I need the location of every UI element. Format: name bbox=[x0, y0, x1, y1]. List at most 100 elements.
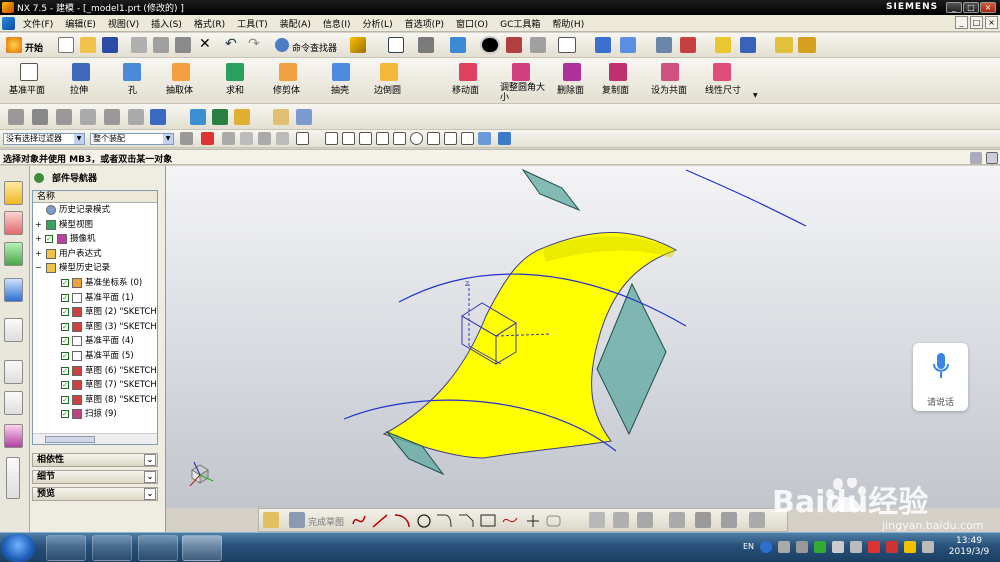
details-section[interactable]: 细节 ⌄ bbox=[32, 470, 158, 484]
expand-icon[interactable]: + bbox=[35, 249, 45, 259]
wcs-icon[interactable] bbox=[620, 37, 636, 53]
tree-row[interactable]: ✓ 草图 (3) "SKETCH bbox=[33, 320, 157, 335]
copy-face-icon[interactable] bbox=[609, 63, 627, 81]
dimension-tool-icon[interactable] bbox=[749, 512, 765, 528]
background-icon[interactable] bbox=[558, 37, 576, 53]
tree-row[interactable]: ✓ 基准坐标系 (0) bbox=[33, 276, 157, 291]
save-icon[interactable] bbox=[102, 37, 118, 53]
shield-tray-icon[interactable] bbox=[814, 541, 826, 553]
unite-icon[interactable] bbox=[226, 63, 244, 81]
tree-hscrollbar[interactable] bbox=[33, 433, 157, 444]
snap-tool-1-icon[interactable] bbox=[222, 132, 235, 145]
name-column-header[interactable]: 名称 bbox=[33, 191, 157, 203]
sync-tool-2-icon[interactable] bbox=[212, 109, 228, 125]
resize-blend-button[interactable]: 调整圆角大小 bbox=[500, 83, 548, 103]
constraints-icon[interactable] bbox=[669, 512, 685, 528]
snap-bounded-icon[interactable] bbox=[498, 132, 511, 145]
roles-tab[interactable] bbox=[4, 424, 23, 448]
move-face-icon[interactable] bbox=[459, 63, 477, 81]
menu-item-2[interactable]: 视图(V) bbox=[102, 17, 145, 30]
sketch-icon[interactable] bbox=[263, 512, 279, 528]
tray-icon-8[interactable] bbox=[886, 541, 898, 553]
edge-blend-icon[interactable] bbox=[380, 63, 398, 81]
linear-dimension-icon[interactable] bbox=[713, 63, 731, 81]
linear-dimension-button[interactable]: 线性尺寸 bbox=[705, 83, 741, 96]
quick-pick-icon[interactable] bbox=[350, 37, 366, 53]
datum-plane-button[interactable]: 基准平面 bbox=[9, 83, 45, 96]
taskbar-paint-icon[interactable] bbox=[46, 535, 86, 561]
resize-blend-icon[interactable] bbox=[512, 63, 530, 81]
menu-item-12[interactable]: 帮助(H) bbox=[546, 17, 590, 30]
make-coplanar-button[interactable]: 设为共面 bbox=[651, 83, 687, 96]
tree-row[interactable]: ✓ 扫掠 (9) bbox=[33, 407, 157, 422]
datum-plane-icon[interactable] bbox=[20, 63, 38, 81]
tree-row[interactable]: 历史记录模式 bbox=[33, 203, 157, 218]
sync-tool-3-icon[interactable] bbox=[234, 109, 250, 125]
tray-icon-5[interactable] bbox=[832, 541, 844, 553]
tray-icon-7[interactable] bbox=[868, 541, 880, 553]
quick-extend-icon[interactable] bbox=[613, 512, 629, 528]
shaded-edges-icon[interactable] bbox=[480, 36, 500, 54]
taskbar-calculator-icon[interactable] bbox=[92, 535, 132, 561]
tree-row[interactable]: + 模型视图 bbox=[33, 218, 157, 233]
voice-input-widget[interactable]: 请说话 bbox=[913, 343, 968, 411]
tree-row[interactable]: − 模型历史记录 bbox=[33, 261, 157, 276]
new-file-icon[interactable] bbox=[58, 37, 74, 53]
make-corner-icon[interactable] bbox=[637, 512, 653, 528]
profile-icon[interactable] bbox=[352, 515, 366, 525]
dependencies-section[interactable]: 相依性 ⌄ bbox=[32, 453, 158, 467]
filter-settings-icon[interactable] bbox=[180, 132, 193, 145]
paste-icon[interactable] bbox=[175, 37, 191, 53]
ime-tray-icon[interactable] bbox=[778, 541, 790, 553]
hole-icon[interactable] bbox=[123, 63, 141, 81]
selection-intent-icon[interactable] bbox=[201, 132, 214, 145]
chevron-down-icon[interactable]: ⌄ bbox=[144, 454, 156, 466]
finish-sketch-button[interactable]: 完成草图 bbox=[308, 515, 344, 528]
measure-angle-icon[interactable] bbox=[740, 37, 756, 53]
scroll-thumb[interactable] bbox=[45, 436, 95, 443]
snap-endpoint-icon[interactable] bbox=[325, 132, 338, 145]
visibility-checkbox[interactable]: ✓ bbox=[61, 395, 69, 404]
tree-row[interactable]: ✓ 草图 (7) "SKETCH bbox=[33, 378, 157, 393]
unite-button[interactable]: 求和 bbox=[226, 83, 244, 96]
surface-tool-2-icon[interactable] bbox=[32, 109, 48, 125]
quick-trim-icon[interactable] bbox=[589, 512, 605, 528]
rectangle-icon[interactable] bbox=[480, 514, 496, 527]
visibility-checkbox[interactable]: ✓ bbox=[61, 351, 69, 360]
auto-constrain-icon[interactable] bbox=[695, 512, 711, 528]
tree-row[interactable]: ✓ 草图 (8) "SKETCH bbox=[33, 393, 157, 408]
taskbar-nx-icon[interactable] bbox=[182, 535, 222, 561]
line-icon[interactable] bbox=[372, 514, 388, 528]
trim-body-icon[interactable] bbox=[279, 63, 297, 81]
edge-blend-button[interactable]: 边倒圆 bbox=[374, 83, 401, 96]
start-icon[interactable] bbox=[6, 37, 22, 53]
visibility-checkbox[interactable]: ✓ bbox=[61, 337, 69, 346]
measure-distance-icon[interactable] bbox=[715, 37, 731, 53]
assembly-navigator-tab[interactable] bbox=[4, 181, 23, 205]
offset-curve-icon[interactable] bbox=[546, 515, 561, 527]
help-tray-icon[interactable] bbox=[760, 541, 772, 553]
open-folder-icon[interactable] bbox=[80, 37, 96, 53]
dimension-icon[interactable] bbox=[798, 37, 816, 53]
extract-body-icon[interactable] bbox=[172, 63, 190, 81]
command-finder-button[interactable]: 命令查找器 bbox=[292, 41, 337, 54]
snap-midpoint-icon[interactable] bbox=[342, 132, 355, 145]
tray-icon-3[interactable] bbox=[796, 541, 808, 553]
menu-item-0[interactable]: 文件(F) bbox=[17, 17, 59, 30]
input-language[interactable]: EN bbox=[743, 542, 754, 551]
extract-body-button[interactable]: 抽取体 bbox=[166, 83, 193, 96]
tree-row[interactable]: ✓ 基准平面 (4) bbox=[33, 334, 157, 349]
copy-face-button[interactable]: 复制面 bbox=[602, 83, 629, 96]
shell-button[interactable]: 抽壳 bbox=[331, 83, 349, 96]
studio-spline-icon[interactable] bbox=[502, 517, 518, 523]
expand-icon[interactable]: + bbox=[35, 234, 45, 244]
chevron-down-icon[interactable]: ⌄ bbox=[144, 488, 156, 500]
expand-icon[interactable]: + bbox=[35, 220, 45, 230]
visibility-checkbox[interactable]: ✓ bbox=[61, 366, 69, 375]
tree-row[interactable]: ✓ 草图 (6) "SKETCH bbox=[33, 364, 157, 379]
manufacturing-wizard-tab[interactable] bbox=[4, 391, 23, 415]
undo-icon[interactable]: ↶ bbox=[225, 36, 237, 52]
fillet-icon[interactable] bbox=[437, 514, 452, 528]
snap-tool-4-icon[interactable] bbox=[276, 132, 289, 145]
status-options-icon[interactable] bbox=[986, 152, 998, 164]
